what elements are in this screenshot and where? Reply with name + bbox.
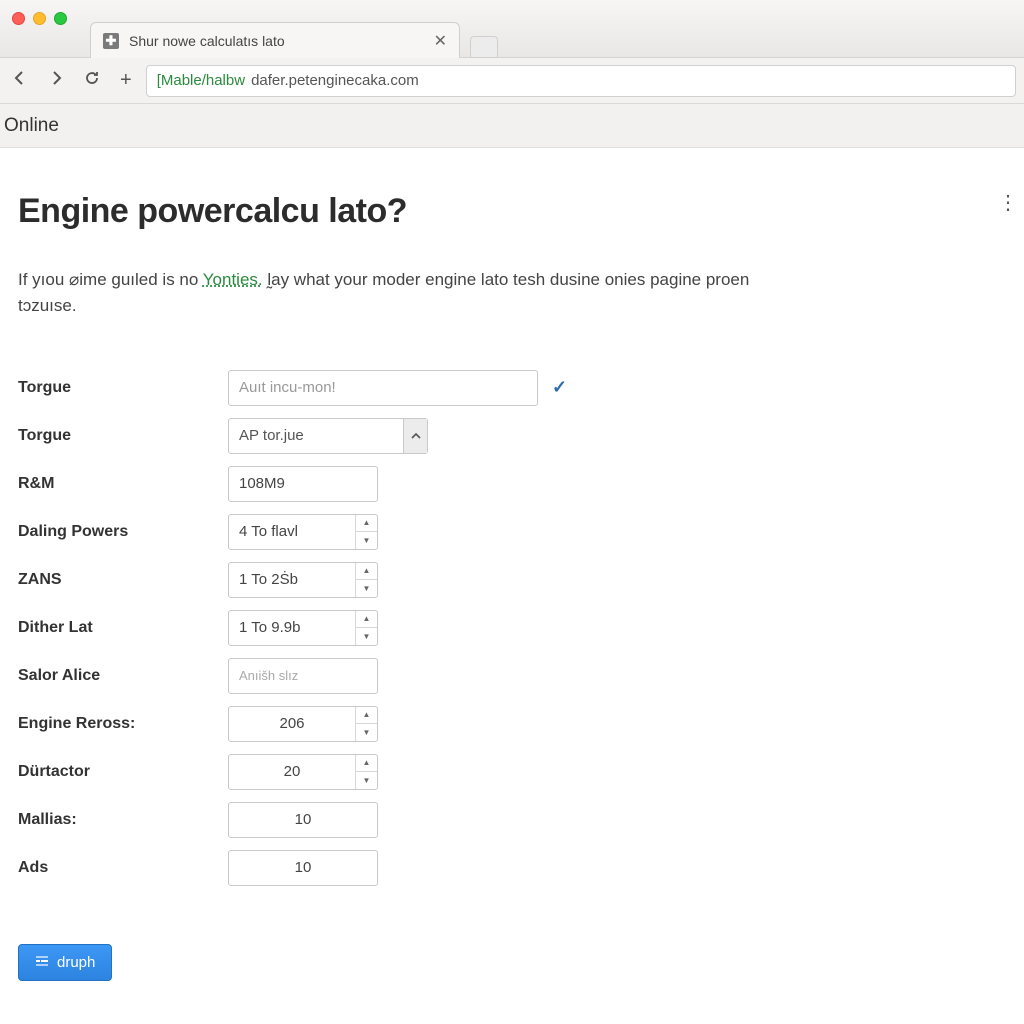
page-content: ⋮ Engine powercalcu lato? If yıou ⌀ime g… [0,148,1024,1005]
label-rm: R&M [18,475,228,493]
intro-paragraph: If yıou ⌀ime guıled is no Yonties. l̰ay … [18,267,798,320]
row-daling-powers: Daling Powers 4 To flavl ▲ ▼ [18,508,1006,556]
label-daling-powers: Daling Powers [18,523,228,541]
mallias-input[interactable]: 10 [228,802,378,838]
window-titlebar: ✚ Shur nowe calculatıs lato ✕ [0,0,1024,58]
window-close-button[interactable] [12,12,25,25]
salor-alice-input[interactable]: Anıišh slız [228,658,378,694]
row-torque-2: Torgue AP tor.jue [18,412,1006,460]
stepper-up-icon[interactable]: ▲ [356,515,377,533]
stepper-icon: ▲ ▼ [355,611,377,645]
torque-select-value: AP tor.jue [239,427,403,444]
page-title: Engine powercalcu lato? [18,192,1006,231]
nav-reload-icon[interactable] [80,68,104,93]
row-torque-1: Torgue Auıt incu-mon! ✓ [18,364,1006,412]
calculator-form: Torgue Auıt incu-mon! ✓ Torgue AP tor.ju… [18,364,1006,892]
nav-forward-icon[interactable] [44,68,68,93]
salor-alice-placeholder: Anıišh slız [229,668,377,683]
stepper-icon: ▲ ▼ [355,515,377,549]
rm-input[interactable]: 108M9 [228,466,378,502]
tab-favicon-icon: ✚ [103,33,119,49]
stepper-down-icon[interactable]: ▼ [356,772,377,789]
label-salor-alice: Salor Alice [18,667,228,685]
stepper-icon: ▲ ▼ [355,563,377,597]
engine-reross-stepper[interactable]: 206 ▲ ▼ [228,706,378,742]
bookmarks-bar-label: Online [4,115,59,137]
durtactor-stepper[interactable]: 20 ▲ ▼ [228,754,378,790]
bookmarks-bar: Online [0,104,1024,148]
label-ads: Ads [18,859,228,877]
torque-text-input[interactable]: Auıt incu-mon! [228,370,538,406]
label-torque-2: Torgue [18,427,228,445]
ads-input[interactable]: 10 [228,850,378,886]
row-ads: Ads 10 [18,844,1006,892]
label-engine-reross: Engine Reross: [18,715,228,733]
browser-tab-active[interactable]: ✚ Shur nowe calculatıs lato ✕ [90,22,460,58]
nav-buttons: + [8,67,136,94]
engine-reross-value: 206 [229,715,355,732]
zans-stepper[interactable]: 1 To 2Ṡb ▲ ▼ [228,562,378,598]
intro-link[interactable]: Yonties. [203,270,263,289]
row-rm: R&M 108M9 [18,460,1006,508]
row-dither-lat: Dither Lаt 1 To 9.9b ▲ ▼ [18,604,1006,652]
row-zans: ZANS 1 To 2Ṡb ▲ ▼ [18,556,1006,604]
window-minimize-button[interactable] [33,12,46,25]
stepper-down-icon[interactable]: ▼ [356,724,377,741]
daling-powers-stepper[interactable]: 4 To flavl ▲ ▼ [228,514,378,550]
submit-icon [35,954,49,971]
intro-text-a: If yıou ⌀ime guıled is no [18,270,203,289]
ads-value: 10 [229,859,377,876]
nav-add-icon[interactable]: + [116,67,136,94]
tab-bar: ✚ Shur nowe calculatıs lato ✕ [90,18,498,58]
url-rest: dafer.petenginecaka.com [251,72,419,89]
tab-title: Shur nowe calculatıs lato [129,33,285,49]
window-controls [12,12,67,25]
dither-lat-stepper[interactable]: 1 To 9.9b ▲ ▼ [228,610,378,646]
stepper-down-icon[interactable]: ▼ [356,580,377,597]
submit-row: druph [18,944,1006,981]
row-engine-reross: Engine Reross: 206 ▲ ▼ [18,700,1006,748]
nav-back-icon[interactable] [8,68,32,93]
stepper-down-icon[interactable]: ▼ [356,628,377,645]
chevron-up-icon [403,419,427,453]
page-overflow-menu-icon[interactable]: ⋮ [998,190,1018,215]
zans-value: 1 To 2Ṡb [229,571,355,588]
window-maximize-button[interactable] [54,12,67,25]
stepper-icon: ▲ ▼ [355,707,377,741]
rm-value: 108M9 [229,475,377,492]
label-zans: ZANS [18,571,228,589]
row-salor-alice: Salor Alice Anıišh slız [18,652,1006,700]
torque-validated-check-icon: ✓ [552,377,567,398]
label-durtactor: Dürtactor [18,763,228,781]
stepper-up-icon[interactable]: ▲ [356,563,377,581]
stepper-icon: ▲ ▼ [355,755,377,789]
submit-label: druph [57,954,95,971]
label-mallias: Mallias: [18,811,228,829]
label-dither-lat: Dither Lаt [18,619,228,637]
submit-button[interactable]: druph [18,944,112,981]
url-input[interactable]: [Mable/halbw dafer.petenginecaka.com [146,65,1016,97]
daling-powers-value: 4 To flavl [229,523,355,540]
new-tab-button[interactable] [470,36,498,58]
stepper-up-icon[interactable]: ▲ [356,611,377,629]
mallias-value: 10 [229,811,377,828]
stepper-up-icon[interactable]: ▲ [356,707,377,725]
address-bar-row: + [Mable/halbw dafer.petenginecaka.com [0,58,1024,104]
dither-lat-value: 1 To 9.9b [229,619,355,636]
row-durtactor: Dürtactor 20 ▲ ▼ [18,748,1006,796]
stepper-up-icon[interactable]: ▲ [356,755,377,773]
durtactor-value: 20 [229,763,355,780]
torque-select[interactable]: AP tor.jue [228,418,428,454]
label-torque-1: Torgue [18,379,228,397]
stepper-down-icon[interactable]: ▼ [356,532,377,549]
url-prefix: [Mable/halbw [157,72,245,89]
row-mallias: Mallias: 10 [18,796,1006,844]
tab-close-icon[interactable]: ✕ [434,31,447,51]
torque-text-placeholder: Auıt incu-mon! [239,379,336,396]
